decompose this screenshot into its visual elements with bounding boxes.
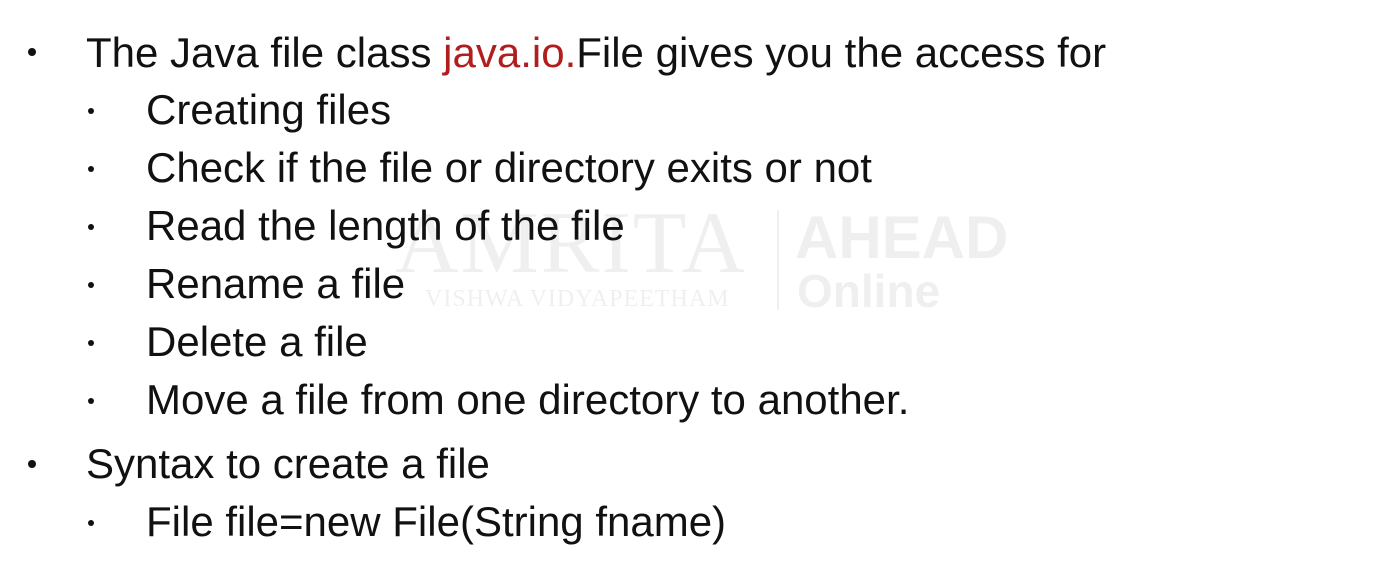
sub-list-item: Check if the file or directory exits or … <box>146 144 872 191</box>
item-text-suffix: File gives you the access for <box>576 29 1107 76</box>
bullet-icon <box>28 460 36 468</box>
sub-bullet-icon <box>88 166 94 172</box>
sub-bullet-icon <box>88 108 94 114</box>
sub-list-item: Read the length of the file <box>146 202 625 249</box>
list-item-file-class: The Java file class java.io.File gives y… <box>86 32 1106 74</box>
sub-bullet-icon <box>88 520 94 526</box>
watermark-brand-sub: VISHWA VIDYAPEETHAM <box>425 286 730 312</box>
sub-bullet-icon <box>88 340 94 346</box>
item-text-prefix: The Java file class <box>86 29 444 76</box>
syntax-line: File file=new File(String fname) <box>146 498 727 545</box>
bullet-icon <box>28 48 36 56</box>
sub-bullet-icon <box>88 282 94 288</box>
watermark-product: AHEAD <box>795 204 1009 271</box>
watermark-divider <box>777 210 779 310</box>
list-item-syntax: Syntax to create a file <box>86 440 490 487</box>
sub-list-item: Creating files <box>146 86 392 133</box>
package-name: java.io. <box>443 29 577 76</box>
sub-bullet-icon <box>88 224 94 230</box>
sub-list-item: Delete a file <box>146 318 368 365</box>
watermark-product-sub: Online <box>797 265 941 317</box>
sub-bullet-icon <box>88 398 94 404</box>
sub-list-item: Rename a file <box>146 260 406 307</box>
sub-list-item: Move a file from one directory to anothe… <box>146 376 910 423</box>
